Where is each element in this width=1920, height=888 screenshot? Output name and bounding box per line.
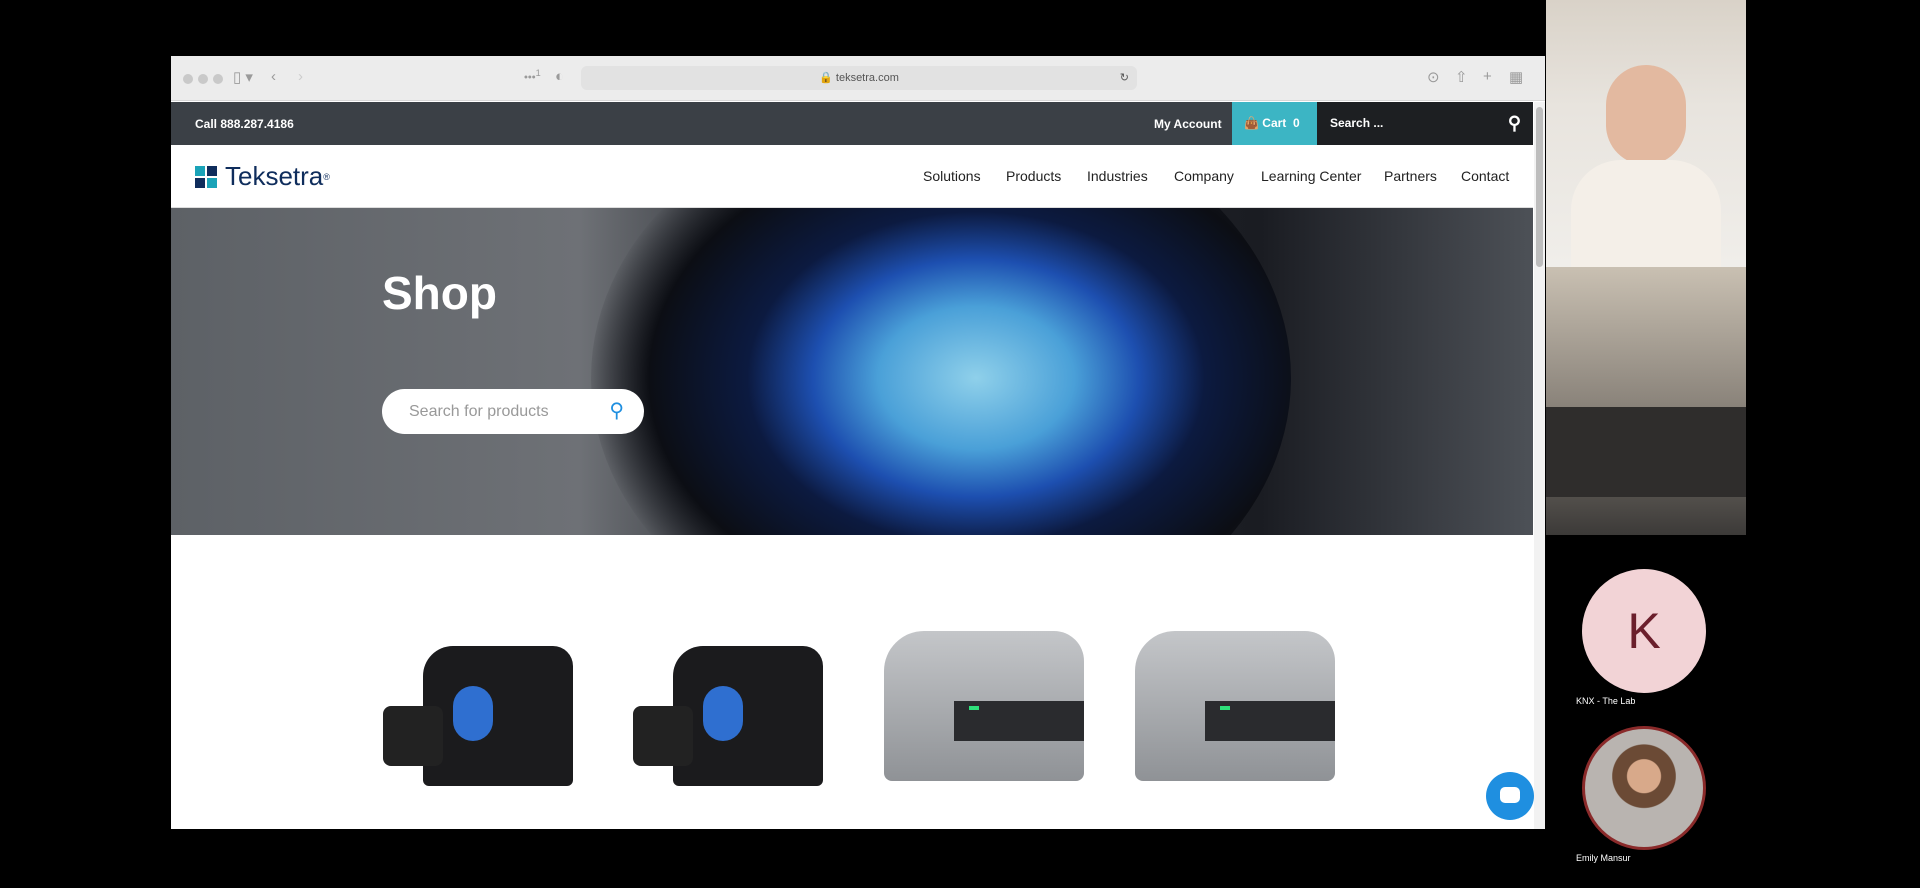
shield-icon[interactable]: ◐	[555, 68, 564, 85]
conference-table	[1546, 407, 1746, 497]
video-tile-presenter	[1546, 0, 1746, 267]
url-text: teksetra.com	[835, 72, 899, 84]
search-placeholder: Search ...	[1330, 116, 1384, 130]
product-image	[633, 626, 831, 796]
scrollbar[interactable]	[1534, 102, 1545, 829]
presenter-body	[1571, 160, 1721, 267]
participant-name: Emily Mansur	[1576, 853, 1631, 863]
download-icon[interactable]: ⊙	[1427, 68, 1440, 86]
search-icon[interactable]: ⚲	[609, 389, 624, 434]
logo[interactable]: Teksetra ®	[195, 161, 330, 192]
close-window-button[interactable]	[183, 74, 193, 84]
share-icon[interactable]: ⇧	[1455, 68, 1468, 86]
presenter-face	[1606, 65, 1686, 165]
nav-contact[interactable]: Contact	[1461, 168, 1509, 184]
hero-banner: Shop Search for products ⚲	[171, 208, 1533, 535]
participant-photo	[1582, 726, 1706, 850]
product-card[interactable]	[633, 626, 831, 796]
bag-icon: 👜	[1244, 116, 1259, 130]
back-icon[interactable]: ‹	[271, 68, 276, 85]
chat-button[interactable]	[1486, 772, 1534, 820]
extensions-icon[interactable]: •••1	[524, 68, 541, 84]
cart-button[interactable]: 👜 Cart 0	[1232, 102, 1317, 145]
nav-learning-center[interactable]: Learning Center	[1261, 168, 1361, 184]
nav-products[interactable]: Products	[1006, 168, 1061, 184]
nav-solutions[interactable]: Solutions	[923, 168, 981, 184]
main-nav: Teksetra ® Solutions Products Industries …	[171, 145, 1533, 208]
extension-badge: 1	[535, 68, 541, 78]
minimize-window-button[interactable]	[198, 74, 208, 84]
sidebar-icon[interactable]: ▯ ▾	[233, 68, 253, 86]
logo-mark-icon	[195, 165, 217, 188]
lens-image	[591, 208, 1291, 535]
site-search-input[interactable]: Search ... ⚲	[1317, 102, 1533, 145]
forward-icon[interactable]: ›	[298, 68, 303, 85]
cart-count: 0	[1292, 116, 1300, 130]
phone-link[interactable]: Call 888.287.4186	[195, 117, 294, 131]
logo-text: Teksetra	[225, 161, 324, 191]
tab-overview-icon[interactable]: ▦	[1509, 68, 1523, 86]
product-card[interactable]	[884, 631, 1084, 791]
nav-partners[interactable]: Partners	[1384, 168, 1437, 184]
participant-avatar: K	[1582, 569, 1706, 693]
search-placeholder: Search for products	[409, 403, 549, 420]
search-icon[interactable]: ⚲	[1508, 102, 1521, 145]
my-account-link[interactable]: My Account	[1154, 117, 1222, 131]
product-image	[884, 631, 1084, 791]
reload-icon[interactable]: ↻	[1120, 66, 1129, 90]
new-tab-icon[interactable]: +	[1483, 68, 1492, 85]
zoom-window-button[interactable]	[213, 74, 223, 84]
product-card[interactable]	[1135, 631, 1335, 791]
nav-company[interactable]: Company	[1174, 168, 1234, 184]
nav-industries[interactable]: Industries	[1087, 168, 1148, 184]
page-title: Shop	[382, 267, 497, 319]
product-image	[1135, 631, 1335, 791]
scrollbar-thumb[interactable]	[1536, 107, 1543, 267]
chat-icon	[1500, 787, 1520, 803]
cart-label: Cart	[1262, 116, 1287, 130]
address-bar[interactable]: 🔒 teksetra.com ↻	[581, 66, 1137, 90]
site-topbar: Call 888.287.4186 My Account 👜 Cart 0 Se…	[171, 102, 1533, 145]
video-tile-room	[1546, 267, 1746, 535]
product-card[interactable]	[383, 626, 581, 796]
product-search-input[interactable]: Search for products ⚲	[382, 389, 644, 434]
product-image	[383, 626, 581, 796]
browser-window: ▯ ▾ ‹ › •••1 ◐ 🔒 teksetra.com ↻ ⊙ ⇧ + ▦ C…	[171, 56, 1545, 829]
participant-name: KNX - The Lab	[1576, 696, 1636, 706]
browser-toolbar: ▯ ▾ ‹ › •••1 ◐ 🔒 teksetra.com ↻ ⊙ ⇧ + ▦	[171, 56, 1545, 101]
